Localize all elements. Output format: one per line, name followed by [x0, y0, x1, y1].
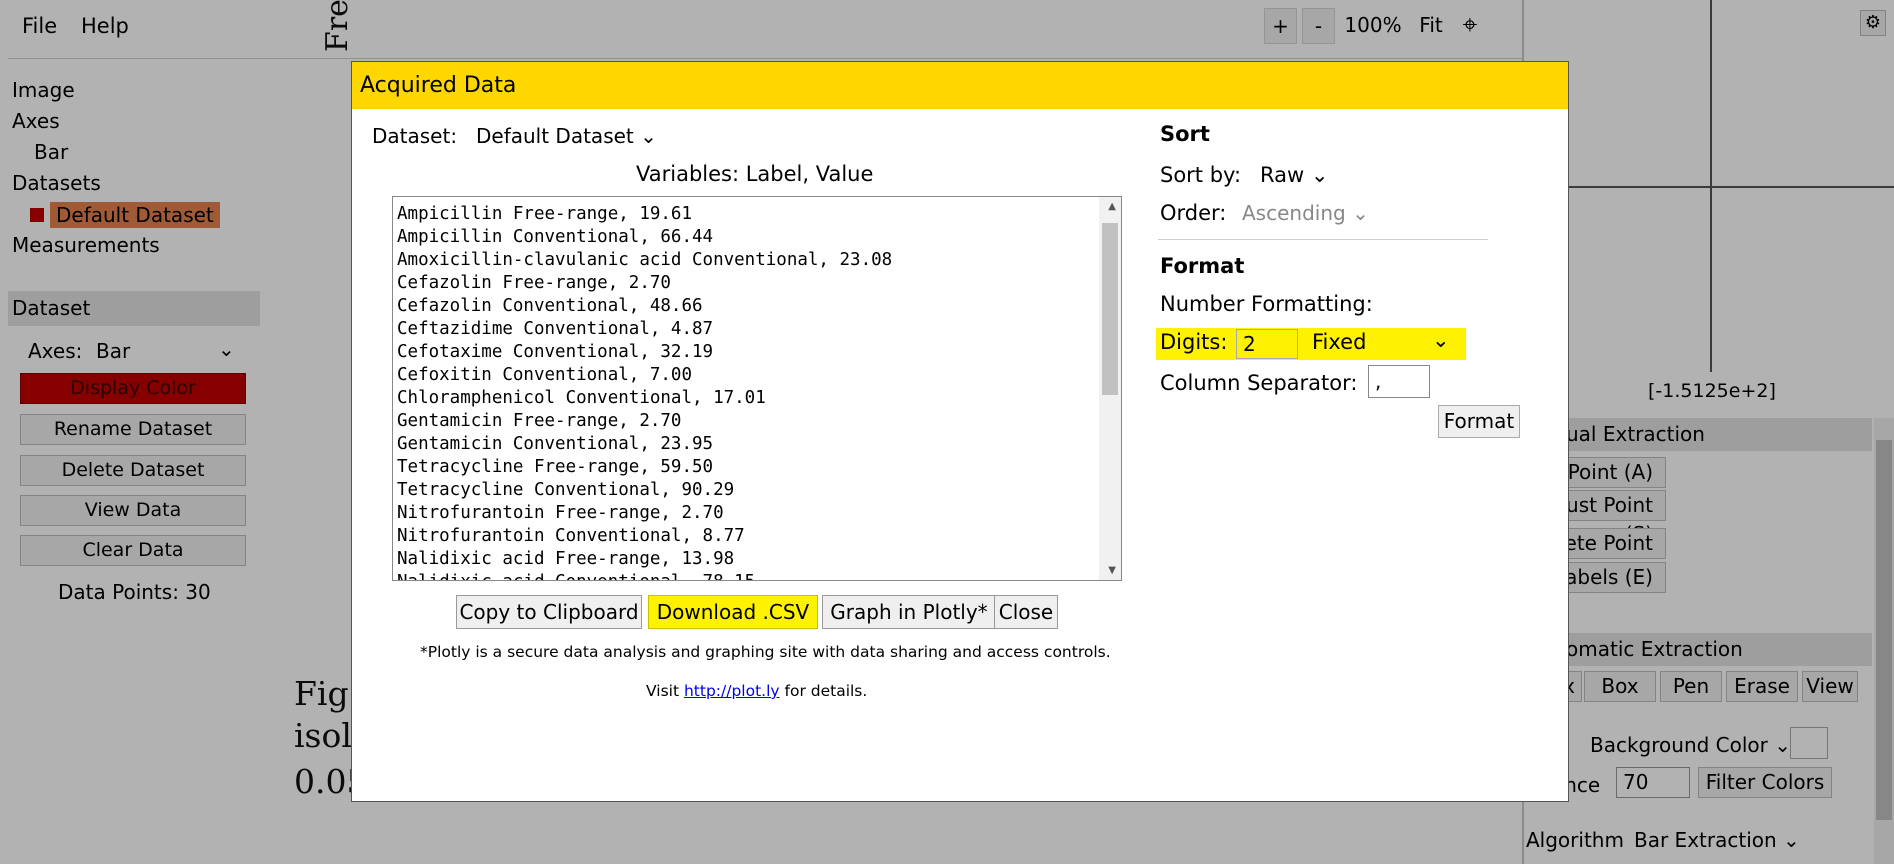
format-heading: Format: [1160, 254, 1245, 278]
data-line: Gentamicin Free-range, 2.70: [397, 411, 682, 431]
chevron-down-icon: ⌄: [1310, 163, 1329, 187]
variables-label: Variables: Label, Value: [636, 162, 874, 186]
order-label: Order:: [1160, 201, 1227, 225]
data-line: Tetracycline Conventional, 90.29: [397, 480, 735, 500]
data-line: Nitrofurantoin Conventional, 8.77: [397, 526, 745, 546]
graph-in-plotly-button[interactable]: Graph in Plotly*: [822, 595, 996, 629]
chevron-down-icon[interactable]: ⌄: [1432, 328, 1450, 352]
data-line: Cefazolin Free-range, 2.70: [397, 273, 671, 293]
textarea-scrollbar[interactable]: ▲ ▼: [1099, 197, 1121, 580]
column-separator-label: Column Separator:: [1160, 371, 1358, 395]
chevron-down-icon: ⌄: [640, 124, 657, 148]
data-line: Nalidixic acid Free-range, 13.98: [397, 549, 735, 569]
chevron-down-icon: ⌄: [1352, 201, 1369, 225]
data-line: Ampicillin Conventional, 66.44: [397, 227, 714, 247]
scroll-up-icon[interactable]: ▲: [1108, 201, 1116, 212]
data-line: Amoxicillin-clavulanic acid Conventional…: [397, 250, 893, 270]
copy-to-clipboard-button[interactable]: Copy to Clipboard: [456, 595, 642, 629]
scroll-down-icon[interactable]: ▼: [1108, 565, 1116, 576]
plotly-link[interactable]: http://plot.ly: [684, 682, 780, 700]
data-textarea[interactable]: Ampicillin Free-range, 19.61 Ampicillin C…: [392, 196, 1122, 581]
variables-line: Variables: Label, Value: [636, 162, 873, 186]
order-value: Ascending: [1242, 201, 1346, 225]
dataset-label: Dataset:: [372, 124, 458, 148]
dataset-select[interactable]: Default Dataset ⌄: [476, 124, 657, 148]
scrollbar-thumb[interactable]: [1102, 223, 1118, 395]
download-csv-button[interactable]: Download .CSV: [648, 595, 818, 629]
dataset-select-value: Default Dataset: [476, 124, 634, 148]
order-select[interactable]: Ascending ⌄: [1242, 201, 1369, 225]
digits-input[interactable]: 2: [1236, 329, 1298, 359]
acquired-data-dialog: Acquired Data Dataset: Default Dataset ⌄…: [351, 61, 1569, 802]
data-line: Chloramphenicol Conventional, 17.01: [397, 388, 766, 408]
visit-prefix: Visit: [646, 682, 684, 700]
data-line: Nalidixic acid Conventional, 78.15: [397, 571, 892, 580]
visit-suffix: for details.: [779, 682, 868, 700]
data-line: Tetracycline Free-range, 59.50: [397, 457, 714, 477]
number-formatting-label: Number Formatting:: [1160, 292, 1373, 316]
data-line: Gentamicin Conventional, 23.95: [397, 434, 714, 454]
column-separator-input[interactable]: ,: [1368, 365, 1430, 398]
data-line: Cefoxitin Conventional, 7.00: [397, 365, 693, 385]
sort-by-label: Sort by:: [1160, 163, 1242, 187]
app-window: File Help + - 100% Fit ⌖ Image Axes Bar …: [0, 0, 1894, 864]
data-line: Cefazolin Conventional, 48.66: [397, 296, 703, 316]
close-button[interactable]: Close: [994, 595, 1058, 629]
format-button[interactable]: Format: [1438, 405, 1520, 438]
sort-by-value: Raw: [1260, 163, 1305, 187]
data-line: Ceftazidime Conventional, 4.87: [397, 319, 714, 339]
plotly-note: *Plotly is a secure data analysis and gr…: [420, 643, 1111, 661]
visit-line: Visit http://plot.ly for details.: [646, 682, 867, 700]
data-lines: Ampicillin Free-range, 19.61 Ampicillin C…: [397, 203, 893, 580]
data-line: Nitrofurantoin Free-range, 2.70: [397, 503, 724, 523]
data-line: Cefotaxime Conventional, 32.19: [397, 342, 714, 362]
data-line: Ampicillin Free-range, 19.61: [397, 204, 693, 224]
dialog-title: Acquired Data: [352, 62, 1568, 109]
digits-label: Digits:: [1160, 330, 1228, 354]
sort-by-select[interactable]: Raw ⌄: [1260, 163, 1328, 187]
sort-heading: Sort: [1160, 122, 1210, 146]
section-divider: [1158, 239, 1488, 240]
format-type-select[interactable]: Fixed: [1312, 330, 1366, 354]
